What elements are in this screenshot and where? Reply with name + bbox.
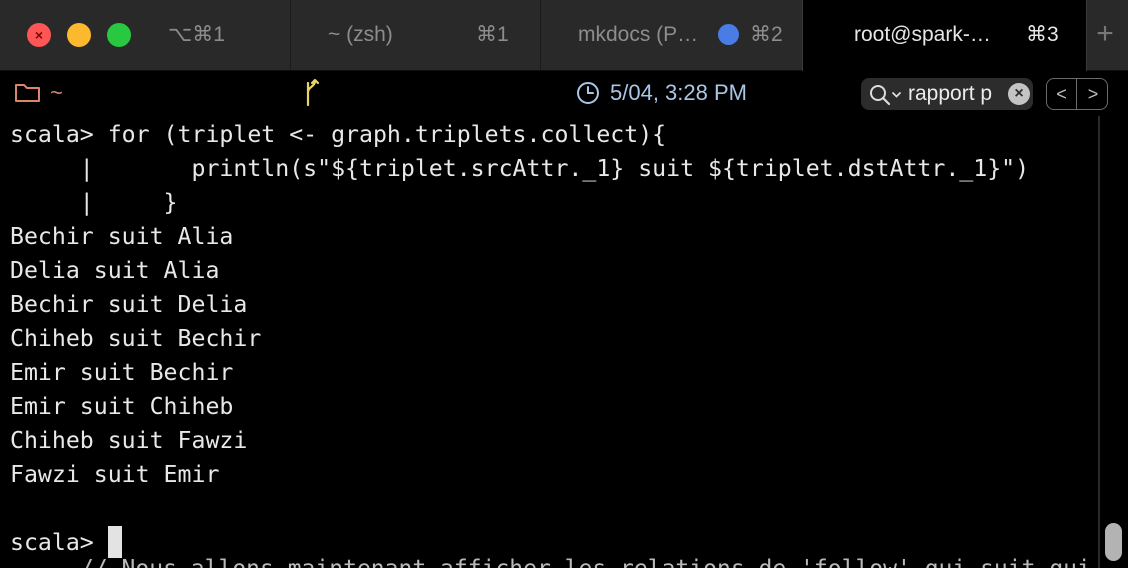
terminal-line: | } bbox=[10, 189, 178, 216]
terminal-line: Bechir suit Alia bbox=[10, 223, 234, 250]
tab-shortcut: ⌘2 bbox=[750, 23, 783, 46]
tab-hotkey-window[interactable]: ⌥⌘1 bbox=[168, 0, 278, 70]
prompt: scala> bbox=[10, 529, 108, 556]
tab-bar: × ⌥⌘1 ~ (zsh) ⌘1 mkdocs (P… ⌘2 root@spar… bbox=[0, 0, 1128, 71]
status-bar: ~ 5/04, 3:28 PM × < > bbox=[0, 72, 1128, 116]
tab-shortcut: ⌘1 bbox=[476, 23, 509, 46]
search-icon[interactable] bbox=[869, 84, 903, 110]
activity-indicator-icon bbox=[718, 24, 739, 45]
current-directory[interactable]: ~ bbox=[50, 78, 63, 108]
maximize-window-button[interactable] bbox=[107, 23, 131, 47]
background-window-text: // Nous allons maintenant afficher les r… bbox=[80, 554, 1091, 568]
git-branch-icon[interactable] bbox=[300, 78, 322, 113]
scrollbar-track[interactable] bbox=[1098, 116, 1128, 568]
terminal-line: Emir suit Chiheb bbox=[10, 393, 234, 420]
terminal-line: scala> for (triplet <- graph.triplets.co… bbox=[10, 121, 667, 148]
terminal-line: Emir suit Bechir bbox=[10, 359, 234, 386]
close-window-button[interactable]: × bbox=[27, 23, 51, 47]
clear-search-icon[interactable]: × bbox=[1008, 83, 1030, 105]
terminal-line: | println(s"${triplet.srcAttr._1} suit $… bbox=[10, 155, 1030, 182]
terminal-line: Chiheb suit Fawzi bbox=[10, 427, 248, 454]
clock-icon bbox=[576, 81, 600, 110]
minimize-window-button[interactable] bbox=[67, 23, 91, 47]
tab-zsh[interactable]: ~ (zsh) ⌘1 bbox=[290, 0, 540, 70]
scrollbar-thumb[interactable] bbox=[1105, 523, 1122, 561]
find-bar[interactable]: × bbox=[861, 78, 1033, 110]
tab-label: ~ (zsh) bbox=[328, 23, 393, 46]
terminal-line: Chiheb suit Bechir bbox=[10, 325, 262, 352]
search-input[interactable] bbox=[908, 80, 1018, 108]
search-navigation: < > bbox=[1046, 78, 1108, 110]
tab-mkdocs[interactable]: mkdocs (P… ⌘2 bbox=[540, 0, 802, 70]
terminal-line: Delia suit Alia bbox=[10, 257, 220, 284]
folder-icon[interactable] bbox=[14, 81, 42, 108]
tab-label: mkdocs (P… bbox=[578, 23, 699, 46]
tab-label: ⌥⌘1 bbox=[168, 23, 225, 46]
terminal-line: Fawzi suit Emir bbox=[10, 461, 220, 488]
previous-match-button[interactable]: < bbox=[1047, 79, 1077, 109]
terminal-output[interactable]: scala> for (triplet <- graph.triplets.co… bbox=[0, 116, 1098, 568]
close-icon: × bbox=[34, 27, 44, 43]
tab-root-spark[interactable]: root@spark-… ⌘3 bbox=[802, 0, 1087, 71]
new-tab-button[interactable]: + bbox=[1091, 18, 1119, 52]
timestamp: 5/04, 3:28 PM bbox=[610, 80, 747, 105]
tab-shortcut: ⌘3 bbox=[1026, 23, 1059, 46]
scrollbar-edge bbox=[1098, 116, 1100, 568]
tab-label: root@spark-… bbox=[854, 23, 991, 46]
terminal-line: Bechir suit Delia bbox=[10, 291, 248, 318]
next-match-button[interactable]: > bbox=[1078, 79, 1108, 109]
